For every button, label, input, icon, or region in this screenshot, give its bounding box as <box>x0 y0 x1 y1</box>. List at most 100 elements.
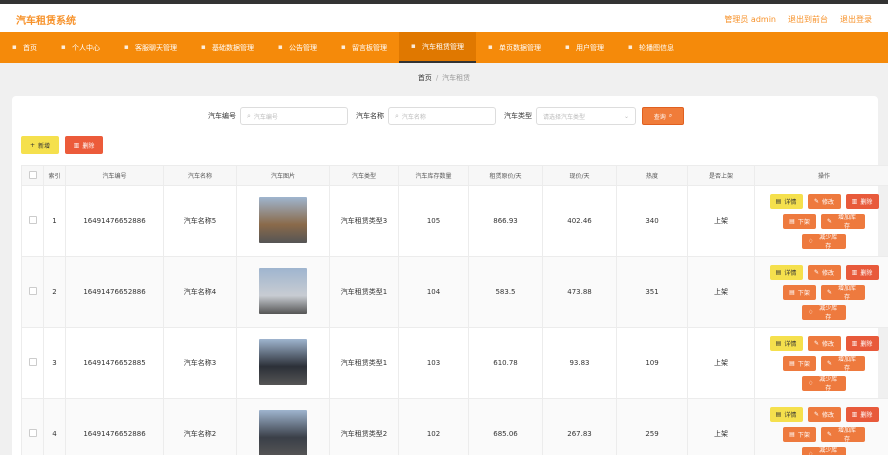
reduce-stock-button[interactable]: ♢减少库存 <box>802 233 846 250</box>
detail-icon: ▤ <box>775 339 782 347</box>
column-header: 汽车名称 <box>163 165 237 186</box>
car-table: 索引 汽车编号 汽车名称 汽车图片 汽车类型 汽车库存数量 租赁原价/天 现价/天 热度 是否上架… <box>21 165 888 455</box>
row-checkbox[interactable] <box>28 358 37 366</box>
reduce-stock-icon: ♢ <box>808 379 814 387</box>
add-stock-button[interactable]: ✎ 增加库存 <box>821 426 865 443</box>
cell-index: 2 <box>43 256 66 328</box>
batch-delete-button[interactable]: ▥ 删除 <box>65 136 103 154</box>
nav-item-label: 汽车租赁管理 <box>422 42 464 51</box>
detail-button[interactable]: ▤ 详情 <box>769 406 803 422</box>
search-button[interactable]: 查询 ⌕ <box>642 107 684 125</box>
nav-item-2[interactable]: ▪ 客服聊天管理 <box>112 32 189 63</box>
nav-item-0[interactable]: ▪ 首页 <box>0 32 49 63</box>
search-icon: ⌕ <box>247 111 251 120</box>
delete-button[interactable]: ▥ 删除 <box>845 335 879 351</box>
car-image[interactable] <box>259 339 307 385</box>
detail-button[interactable]: ▤ 详情 <box>769 335 803 351</box>
row-checkbox[interactable] <box>28 287 37 295</box>
reduce-stock-icon: ♢ <box>808 237 814 245</box>
cell-no: 16491476652886 <box>65 256 164 328</box>
notice-icon: ▪ <box>278 43 283 51</box>
car-image[interactable] <box>259 268 307 314</box>
car-name-input[interactable]: ⌕ 汽车名称 <box>388 107 496 125</box>
cell-now: 267.83 <box>542 398 617 455</box>
delete-icon: ▥ <box>851 268 858 276</box>
search-icon: ⌕ <box>395 111 399 120</box>
add-button[interactable]: + 新增 <box>21 136 59 154</box>
nav-item-3[interactable]: ▪ 基础数据管理 <box>189 32 266 63</box>
nav-item-1[interactable]: ▪ 个人中心 <box>49 32 112 63</box>
cell-shelf: 上架 <box>687 256 755 328</box>
chevron-down-icon: ⌄ <box>623 112 629 120</box>
back-to-front-link[interactable]: 退出到前台 <box>788 14 828 25</box>
cell-stock: 105 <box>398 185 469 257</box>
delete-button[interactable]: ▥ 删除 <box>845 264 879 280</box>
row-select-cell <box>21 398 44 455</box>
nav-item-label: 客服聊天管理 <box>135 43 177 52</box>
cell-hot: 259 <box>616 398 688 455</box>
unshelf-button[interactable]: ▤ 下架 <box>783 355 816 371</box>
admin-label: 管理员 admin <box>724 15 776 24</box>
reduce-stock-button[interactable]: ♢减少库存 <box>802 446 846 455</box>
nav-item-9[interactable]: ▪ 轮播图信息 <box>616 32 686 63</box>
unshelf-button[interactable]: ▤ 下架 <box>783 213 816 229</box>
cell-index: 3 <box>43 327 66 399</box>
edit-button[interactable]: ✎ 修改 <box>807 335 841 351</box>
unshelf-button[interactable]: ▤ 下架 <box>783 284 816 300</box>
cell-shelf: 上架 <box>687 327 755 399</box>
car-image[interactable] <box>259 410 307 455</box>
nav-item-8[interactable]: ▪ 用户管理 <box>553 32 616 63</box>
row-checkbox[interactable] <box>28 216 37 224</box>
filter-bar: 汽车编号 ⌕ 汽车编号 汽车名称 ⌕ 汽车名称 汽车类型 请选择汽车类型 ⌄ 查询 ⌕ <box>208 107 684 125</box>
table-row: 4 16491476652886 汽车名称2 汽车租赁类型2 102 685.06 267.… <box>21 398 888 455</box>
reduce-stock-button[interactable]: ♢减少库存 <box>802 375 846 392</box>
row-checkbox[interactable] <box>28 429 37 437</box>
detail-button[interactable]: ▤ 详情 <box>769 264 803 280</box>
message-icon: ▪ <box>341 43 346 51</box>
row-actions-cell: ▤详情✎修改▥删除 ▤下架 ✎增加库存 ♢减少库存 <box>754 256 888 328</box>
nav-item-7[interactable]: ▪ 单页数据管理 <box>476 32 553 63</box>
delete-button[interactable]: ▥ 删除 <box>845 406 879 422</box>
column-header: 汽车编号 <box>65 165 164 186</box>
car-type-select[interactable]: 请选择汽车类型 ⌄ <box>536 107 636 125</box>
nav-item-5[interactable]: ▪ 留言板管理 <box>329 32 399 63</box>
car-image-cell <box>236 185 330 257</box>
detail-button[interactable]: ▤ 详情 <box>769 193 803 209</box>
column-header: 是否上架 <box>687 165 755 186</box>
edit-button[interactable]: ✎ 修改 <box>807 193 841 209</box>
nav-item-label: 个人中心 <box>72 43 100 52</box>
car-no-input[interactable]: ⌕ 汽车编号 <box>240 107 348 125</box>
nav-item-label: 轮播图信息 <box>639 43 674 52</box>
column-header: 汽车库存数量 <box>398 165 469 186</box>
reduce-stock-button[interactable]: ♢减少库存 <box>802 304 846 321</box>
delete-icon: ▥ <box>851 339 858 347</box>
breadcrumb-separator: / <box>435 74 439 82</box>
logout-link[interactable]: 退出登录 <box>840 14 872 25</box>
add-stock-button[interactable]: ✎ 增加库存 <box>821 355 865 372</box>
chat-icon: ▪ <box>124 43 129 51</box>
edit-button[interactable]: ✎ 修改 <box>807 406 841 422</box>
table-row: 3 16491476652885 汽车名称3 汽车租赁类型1 103 610.78 93.8… <box>21 327 888 399</box>
plus-icon: + <box>29 141 35 149</box>
nav-item-label: 首页 <box>23 43 37 52</box>
edit-icon: ✎ <box>813 268 819 276</box>
unshelf-icon: ▤ <box>789 359 795 367</box>
edit-button[interactable]: ✎ 修改 <box>807 264 841 280</box>
cell-type: 汽车租赁类型1 <box>329 256 399 328</box>
row-actions-cell: ▤详情✎修改▥删除 ▤下架 ✎增加库存 ♢减少库存 <box>754 327 888 399</box>
table-row: 2 16491476652886 汽车名称4 汽车租赁类型1 104 583.5 473.8… <box>21 256 888 328</box>
detail-icon: ▤ <box>775 268 782 276</box>
cell-name: 汽车名称5 <box>163 185 237 257</box>
delete-button[interactable]: ▥ 删除 <box>845 193 879 209</box>
add-stock-button[interactable]: ✎ 增加库存 <box>821 213 865 230</box>
car-image[interactable] <box>259 197 307 243</box>
select-all-checkbox[interactable] <box>28 170 37 179</box>
add-stock-icon: ✎ <box>827 430 833 438</box>
nav-item-6[interactable]: ▪ 汽车租赁管理 <box>399 32 476 63</box>
add-stock-button[interactable]: ✎ 增加库存 <box>821 284 865 301</box>
unshelf-button[interactable]: ▤ 下架 <box>783 426 816 442</box>
breadcrumb-home[interactable]: 首页 <box>418 74 432 82</box>
breadcrumb-current: 汽车租赁 <box>442 74 471 82</box>
nav-item-4[interactable]: ▪ 公告管理 <box>266 32 329 63</box>
nav-item-label: 单页数据管理 <box>499 43 541 52</box>
